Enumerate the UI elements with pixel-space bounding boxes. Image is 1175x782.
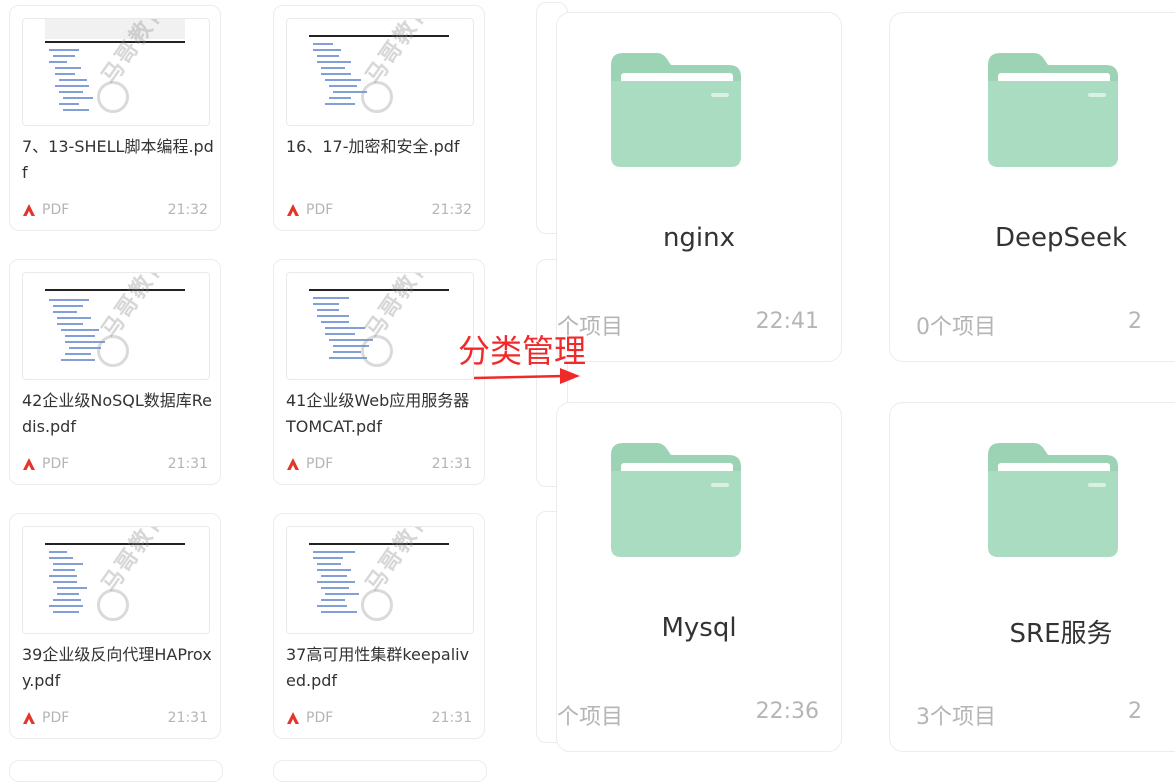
file-type: PDF (22, 710, 69, 726)
file-card[interactable]: 马哥教育 16、17-加密和安全.pdf PDF 21:32 (273, 5, 485, 231)
file-type-label: PDF (306, 456, 334, 472)
file-type-label: PDF (42, 456, 70, 472)
file-time: 21:32 (167, 202, 208, 218)
file-time: 21:31 (431, 456, 472, 472)
folder-name: SRE服务 (1009, 619, 1113, 649)
file-card[interactable]: 马哥教育 7、13-SHELL脚本编程.pdf PDF 21:32 (9, 5, 221, 231)
folder-item-count: 个项目 (557, 705, 624, 730)
file-type: PDF (286, 710, 333, 726)
file-time: 21:31 (431, 710, 472, 726)
folder-time: 2 (1128, 699, 1142, 724)
folder-card[interactable]: nginx 个项目 22:41 (556, 12, 842, 362)
folder-icon (988, 53, 1118, 167)
folder-icon (611, 53, 741, 167)
file-type: PDF (286, 202, 333, 218)
file-name: 16、17-加密和安全.pdf (286, 137, 460, 156)
folder-time: 22:41 (755, 309, 819, 334)
arrow-icon (473, 368, 580, 384)
pdf-thumbnail: 马哥教育 (286, 272, 474, 380)
pdf-thumbnail: 马哥教育 (22, 526, 210, 634)
folder-card[interactable]: DeepSeek 0个项目 2 (889, 12, 1175, 362)
file-name: 39企业级反向代理HAProxy.pdf (22, 645, 212, 690)
file-name: 42企业级NoSQL数据库Redis.pdf (22, 391, 213, 436)
folder-name: Mysql (661, 613, 737, 643)
file-type: PDF (286, 456, 333, 472)
file-card-partial[interactable] (9, 760, 223, 782)
file-card[interactable]: 马哥教育 37高可用性集群keepalived.pdf PDF 21:31 (273, 513, 485, 739)
file-type-label: PDF (306, 710, 334, 726)
file-time: 21:31 (167, 456, 208, 472)
pdf-icon (23, 204, 35, 216)
pdf-icon (287, 204, 299, 216)
file-card[interactable]: 马哥教育 39企业级反向代理HAProxy.pdf PDF 21:31 (9, 513, 221, 739)
file-name: 7、13-SHELL脚本编程.pdf (22, 137, 214, 182)
folder-card[interactable]: Mysql 个项目 22:36 (556, 402, 842, 752)
file-type-label: PDF (42, 202, 70, 218)
folder-card[interactable]: SRE服务 3个项目 2 (889, 402, 1175, 752)
file-name: 41企业级Web应用服务器TOMCAT.pdf (286, 391, 470, 436)
file-type-label: PDF (42, 710, 70, 726)
folder-item-count: 3个项目 (916, 705, 996, 730)
folder-item-count: 0个项目 (916, 315, 996, 340)
folder-name: DeepSeek (994, 223, 1128, 253)
file-time: 21:32 (431, 202, 472, 218)
file-card[interactable]: 马哥教育 41企业级Web应用服务器TOMCAT.pdf PDF 21:31 (273, 259, 485, 485)
file-type-label: PDF (306, 202, 334, 218)
file-card-partial[interactable] (273, 760, 487, 782)
file-time: 21:31 (167, 710, 208, 726)
pdf-icon (287, 712, 299, 724)
file-card[interactable]: 马哥教育 42企业级NoSQL数据库Redis.pdf PDF 21:31 (9, 259, 221, 485)
pdf-thumbnail: 马哥教育 (22, 272, 210, 380)
file-type: PDF (22, 456, 69, 472)
pdf-thumbnail: 马哥教育 (286, 526, 474, 634)
folder-time: 2 (1128, 309, 1142, 334)
pdf-icon (287, 458, 299, 470)
folder-icon (988, 443, 1118, 557)
pdf-thumbnail: 马哥教育 (286, 18, 474, 126)
pdf-icon (23, 712, 35, 724)
folder-name: nginx (662, 223, 736, 253)
folder-icon (611, 443, 741, 557)
pdf-icon (23, 458, 35, 470)
file-type: PDF (22, 202, 69, 218)
file-name: 37高可用性集群keepalived.pdf (286, 645, 470, 690)
pdf-thumbnail: 马哥教育 (22, 18, 210, 126)
folder-time: 22:36 (755, 699, 819, 724)
